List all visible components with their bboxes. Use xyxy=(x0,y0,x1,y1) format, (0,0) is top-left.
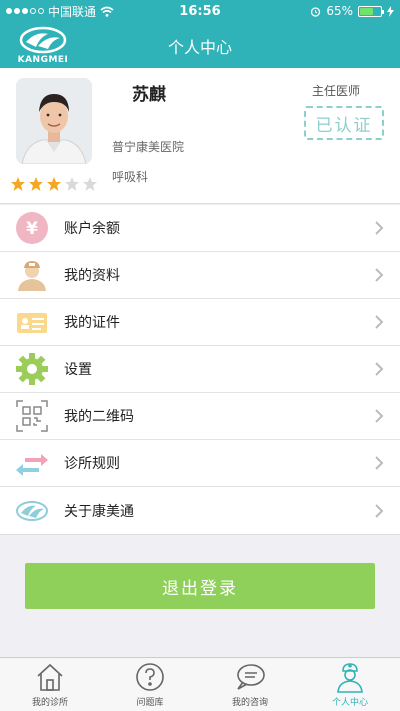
exchange-arrows-icon xyxy=(14,445,50,481)
menu-label: 我的证件 xyxy=(64,315,120,331)
alarm-icon xyxy=(311,6,321,17)
star-empty-icon xyxy=(83,177,97,191)
menu-label: 设置 xyxy=(64,362,92,378)
chevron-right-icon xyxy=(375,268,384,282)
chevron-right-icon xyxy=(375,456,384,470)
chevron-right-icon xyxy=(375,503,384,518)
chevron-right-icon xyxy=(375,362,384,376)
chevron-right-icon xyxy=(375,221,384,235)
battery-percent: 65% xyxy=(326,4,353,18)
page-title: 个人中心 xyxy=(167,38,232,57)
tab-label: 我的咨询 xyxy=(231,698,268,708)
wifi-icon xyxy=(100,6,114,17)
id-card-icon xyxy=(14,304,50,340)
rating-stars xyxy=(10,176,98,192)
signal-strength-icon xyxy=(6,8,44,14)
tab-question-bank[interactable]: 问题库 xyxy=(100,658,200,711)
hospital-name: 普宁康美医院 xyxy=(112,140,185,154)
svg-text:¥: ¥ xyxy=(26,219,38,239)
doctor-name: 苏麒 xyxy=(132,85,166,105)
verified-badge: 已认证 xyxy=(304,106,384,140)
nav-bar: KANGMEI 个人中心 xyxy=(0,22,400,68)
menu-item-my-credentials[interactable]: 我的证件 xyxy=(0,299,400,346)
charging-icon xyxy=(387,5,394,17)
menu-item-qr-code[interactable]: 我的二维码 xyxy=(0,393,400,440)
menu-label: 我的二维码 xyxy=(64,409,134,425)
avatar[interactable] xyxy=(16,78,92,164)
menu-label: 我的资料 xyxy=(64,268,120,284)
battery-icon xyxy=(358,5,384,17)
star-empty-icon xyxy=(65,177,79,191)
tab-label: 个人中心 xyxy=(331,698,368,708)
logout-button[interactable]: 退出登录 xyxy=(25,563,375,609)
tab-personal-center[interactable]: 个人中心 xyxy=(300,658,400,711)
menu-label: 账户余额 xyxy=(64,221,120,237)
kangmei-logo-icon xyxy=(14,493,50,529)
doctor-title: 主任医师 xyxy=(311,84,360,98)
house-icon xyxy=(37,663,63,691)
tab-bar: 我的诊所 问题库 我的咨询 个人中心 xyxy=(0,657,400,711)
menu-item-clinic-rules[interactable]: 诊所规则 xyxy=(0,440,400,487)
status-bar: 中国联通 16:56 65% xyxy=(0,0,400,22)
tab-label: 问题库 xyxy=(136,698,164,708)
carrier-label: 中国联通 xyxy=(48,4,97,19)
star-filled-icon xyxy=(11,177,25,191)
yen-icon: ¥ xyxy=(14,210,50,246)
clock: 16:56 xyxy=(179,3,221,19)
doctor-icon xyxy=(337,663,363,693)
tab-my-consultations[interactable]: 我的咨询 xyxy=(200,658,300,711)
chevron-right-icon xyxy=(375,409,384,423)
menu-label: 诊所规则 xyxy=(64,456,120,472)
menu-item-my-profile[interactable]: 我的资料 xyxy=(0,252,400,299)
star-filled-icon xyxy=(47,177,61,191)
tab-my-clinic[interactable]: 我的诊所 xyxy=(0,658,100,711)
tab-label: 我的诊所 xyxy=(31,698,68,708)
qr-code-icon xyxy=(14,398,50,434)
menu-list: ¥ 账户余额 我的资料 我的证件 设置 我的二维码 诊所规则 关于康美通 xyxy=(0,205,400,535)
menu-item-settings[interactable]: 设置 xyxy=(0,346,400,393)
question-icon xyxy=(136,663,164,691)
profile-card: 苏麒 主任医师 已认证 普宁康美医院 呼吸科 xyxy=(0,68,400,204)
star-filled-icon xyxy=(29,177,43,191)
gear-icon xyxy=(14,351,50,387)
menu-label: 关于康美通 xyxy=(64,503,134,520)
menu-item-account-balance[interactable]: ¥ 账户余额 xyxy=(0,205,400,252)
chat-icon xyxy=(237,664,265,690)
doctor-profile-icon xyxy=(14,257,50,293)
department-name: 呼吸科 xyxy=(112,170,149,184)
chevron-right-icon xyxy=(375,315,384,329)
menu-item-about[interactable]: 关于康美通 xyxy=(0,487,400,534)
